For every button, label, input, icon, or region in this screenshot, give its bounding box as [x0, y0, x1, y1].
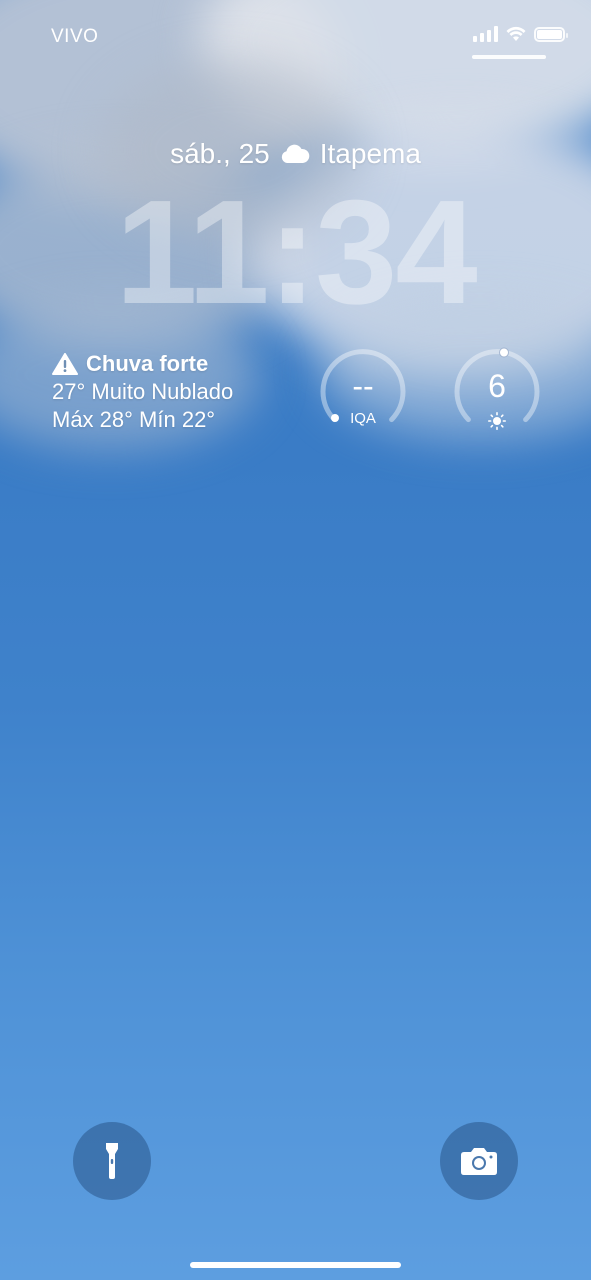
lock-screen-clock[interactable]: 11:34 [0, 178, 591, 328]
cellular-signal-icon [473, 26, 498, 42]
weather-widget[interactable]: Chuva forte 27° Muito Nublado Máx 28° Mí… [52, 350, 233, 434]
status-icons [473, 26, 568, 42]
carrier-name: VIVO [51, 26, 99, 47]
aqi-value: -- [352, 368, 374, 404]
home-indicator[interactable] [190, 1262, 401, 1268]
status-bar: VIVO [0, 0, 591, 70]
camera-button[interactable] [440, 1122, 518, 1200]
warning-icon [52, 353, 78, 375]
date-label: sáb., 25 [170, 138, 270, 169]
aqi-label: IQA [350, 410, 376, 427]
control-center-indicator[interactable] [472, 55, 546, 59]
cloud-icon [281, 144, 310, 163]
location-label: Itapema [319, 138, 421, 169]
flashlight-button[interactable] [73, 1122, 151, 1200]
aqi-widget[interactable]: -- IQA [318, 346, 408, 436]
wifi-icon [506, 26, 526, 41]
alert-text: Chuva forte [86, 351, 209, 376]
flashlight-icon [106, 1143, 118, 1179]
temperature-range: Máx 28° Mín 22° [52, 407, 216, 432]
uv-index-widget[interactable]: 6 [452, 346, 542, 436]
current-conditions: 27° Muito Nublado [52, 379, 234, 404]
camera-icon [461, 1148, 497, 1175]
sun-icon [488, 412, 506, 430]
uv-value: 6 [488, 368, 506, 404]
date-weather-row[interactable]: sáb., 25 Itapema [0, 138, 591, 170]
battery-icon [534, 26, 568, 42]
weather-alert: Chuva forte [52, 350, 233, 378]
